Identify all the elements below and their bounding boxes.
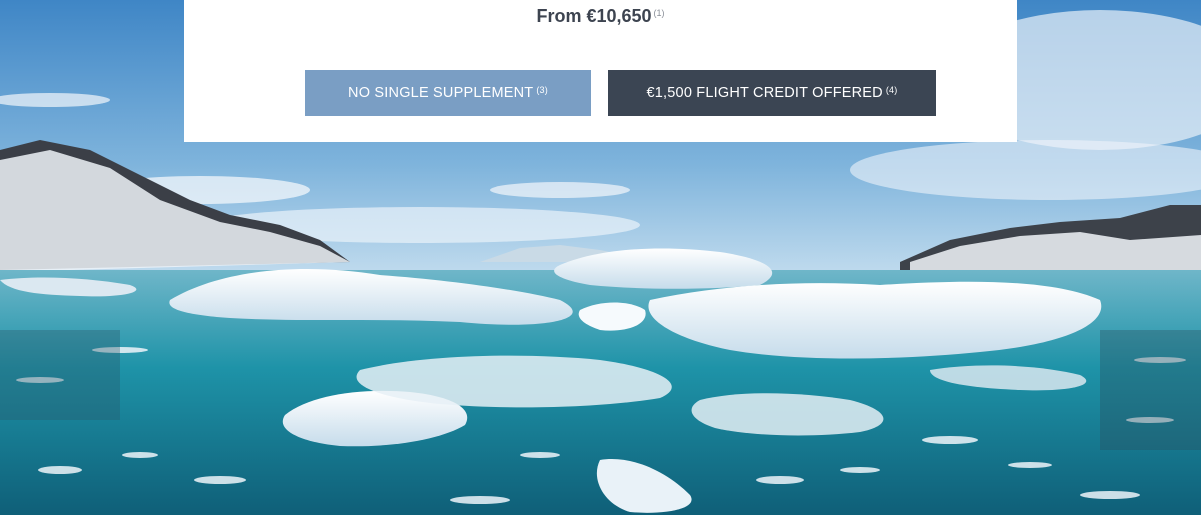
button-footnote: (4) bbox=[885, 85, 898, 95]
button-label: €1,500 FLIGHT CREDIT OFFERED bbox=[646, 85, 883, 101]
price-text: From €10,650 (1) bbox=[184, 6, 1017, 27]
button-label: NO SINGLE SUPPLEMENT bbox=[348, 85, 534, 101]
price-footnote: (1) bbox=[653, 8, 665, 18]
price-value: From €10,650 bbox=[536, 6, 652, 26]
flight-credit-button[interactable]: €1,500 FLIGHT CREDIT OFFERED (4) bbox=[608, 70, 936, 116]
no-single-supplement-button[interactable]: NO SINGLE SUPPLEMENT (3) bbox=[305, 70, 591, 116]
offer-card: From €10,650 (1) NO SINGLE SUPPLEMENT (3) … bbox=[184, 0, 1017, 142]
button-footnote: (3) bbox=[536, 85, 548, 95]
